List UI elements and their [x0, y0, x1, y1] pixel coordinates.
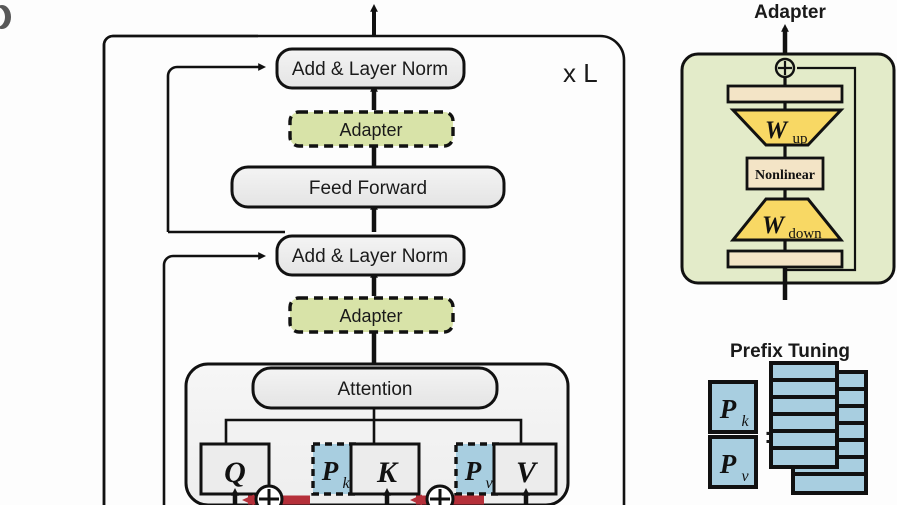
figure-canvas: Add & Layer Norm Adapter Feed Forward Ad… [0, 0, 897, 505]
prefix-pk: P k [708, 380, 758, 434]
prefix-front-stack [769, 361, 839, 469]
prefix-pk-label: P [719, 394, 737, 424]
pv-label: P [464, 456, 482, 486]
block-add-layer-norm-top[interactable]: Add & Layer Norm [275, 47, 466, 90]
k-label: K [376, 456, 399, 489]
adapter-bottom-bar [726, 249, 844, 269]
block-adapter-attn[interactable]: Adapter [288, 296, 455, 334]
block-adapter-ffn[interactable]: Adapter [288, 110, 455, 148]
pk-subscript: k [342, 475, 350, 492]
repeat-count-label: x L [563, 58, 598, 88]
attention-label: Attention [338, 379, 413, 400]
nonlinear-label: Nonlinear [755, 168, 815, 183]
w-up-subscript: up [793, 131, 808, 147]
adapter-detail-panel: Adapter W up Nonlinear W down [680, 2, 896, 300]
prefix-tuning-panel: Prefix Tuning P k P v : [708, 341, 868, 495]
block-attention[interactable]: Attention [251, 366, 499, 410]
prefix-pk-subscript: k [741, 413, 749, 430]
q-label: Q [224, 456, 246, 489]
v-label: V [516, 456, 539, 489]
w-up-label: W [765, 117, 789, 144]
adapter-ffn-label: Adapter [339, 120, 402, 140]
adapter-panel-title: Adapter [754, 2, 826, 23]
prefix-pv: P v [708, 435, 758, 489]
proj-k[interactable]: K [349, 442, 421, 496]
prefix-pv-label: P [719, 449, 737, 479]
proj-v[interactable]: V [492, 442, 558, 496]
diagram-svg: Add & Layer Norm Adapter Feed Forward Ad… [0, 2, 896, 505]
prefix-panel-title: Prefix Tuning [730, 341, 850, 362]
adapter-top-bar [726, 84, 844, 104]
prefix-pv-subscript: v [741, 468, 749, 485]
pk-label: P [321, 456, 339, 486]
add-layer-norm-bottom-label: Add & Layer Norm [292, 246, 448, 267]
transformer-block: Add & Layer Norm Adapter Feed Forward Ad… [102, 4, 626, 505]
proj-q[interactable]: Q [199, 442, 271, 496]
w-down-subscript: down [788, 226, 822, 242]
corner-mark [0, 5, 11, 29]
pv-subscript: v [485, 475, 493, 492]
w-down-label: W [762, 212, 786, 239]
add-layer-norm-top-label: Add & Layer Norm [292, 59, 448, 80]
block-feed-forward[interactable]: Feed Forward [230, 165, 506, 209]
adapter-attn-label: Adapter [339, 306, 402, 326]
block-add-layer-norm-bottom[interactable]: Add & Layer Norm [275, 234, 466, 277]
adapter-nonlinear: Nonlinear [745, 156, 825, 191]
feed-forward-label: Feed Forward [309, 178, 427, 199]
